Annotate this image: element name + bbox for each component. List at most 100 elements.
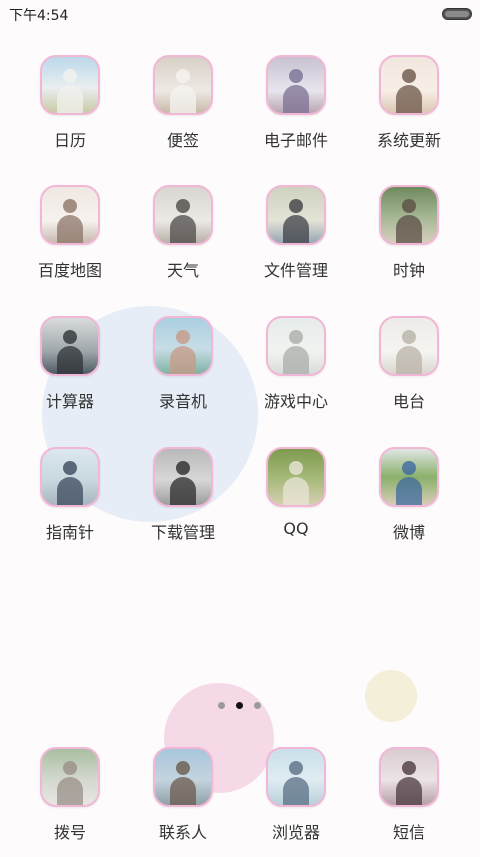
app-phone[interactable]: 拨号 [20,747,120,857]
page-indicator[interactable] [218,702,266,712]
app-calculator[interactable]: 计算器 [20,316,120,426]
compass-app-icon[interactable] [40,447,100,507]
browser-app-icon[interactable] [266,747,326,807]
baidu-map-app-icon[interactable] [40,185,100,245]
icon-figure-body [396,215,422,243]
app-label: 联系人 [158,823,207,842]
calculator-app-icon[interactable] [40,316,100,376]
icon-figure-head [402,69,416,83]
icon-figure-head [176,69,190,83]
clock-app-icon[interactable] [379,185,439,245]
icon-figure-body [57,215,83,243]
app-label: 游戏中心 [263,392,328,411]
icon-figure-head [289,69,303,83]
icon-figure-body [170,477,196,505]
phone-app-icon[interactable] [40,747,100,807]
app-label: 微博 [392,523,425,542]
icon-figure-head [402,199,416,213]
icon-figure-body [170,777,196,805]
app-baidu-map[interactable]: 百度地图 [20,185,120,295]
contacts-app-icon[interactable] [153,747,213,807]
page-dot[interactable] [218,702,225,709]
weather-app-icon[interactable] [153,185,213,245]
app-label: 浏览器 [271,823,320,842]
app-label: 日历 [53,131,86,150]
icon-figure-head [63,330,77,344]
icon-figure-head [63,69,77,83]
recorder-app-icon[interactable] [153,316,213,376]
icon-figure-head [402,461,416,475]
notes-app-icon[interactable] [153,55,213,115]
app-download-manager[interactable]: 下载管理 [133,447,233,557]
app-label: 电台 [392,392,425,411]
app-weather[interactable]: 天气 [133,185,233,295]
system-update-app-icon[interactable] [379,55,439,115]
app-recorder[interactable]: 录音机 [133,316,233,426]
icon-figure-body [170,85,196,113]
app-system-update[interactable]: 系统更新 [359,55,459,165]
app-notes[interactable]: 便签 [133,55,233,165]
icon-figure-head [176,761,190,775]
messages-app-icon[interactable] [379,747,439,807]
icon-figure-body [283,85,309,113]
app-label: 录音机 [158,392,207,411]
app-calendar[interactable]: 日历 [20,55,120,165]
app-label: 拨号 [53,823,86,842]
app-messages[interactable]: 短信 [359,747,459,857]
icon-figure-head [402,761,416,775]
page-dot[interactable] [254,702,261,709]
page-dot-active[interactable] [236,702,243,709]
icon-figure-body [396,477,422,505]
app-label: 百度地图 [37,261,102,280]
icon-figure-body [57,346,83,374]
file-manager-app-icon[interactable] [266,185,326,245]
icon-figure-body [283,477,309,505]
status-time: 下午4:54 [9,8,69,24]
icon-figure-body [57,777,83,805]
icon-figure-head [289,461,303,475]
icon-figure-head [289,199,303,213]
app-label: QQ [283,519,309,538]
email-app-icon[interactable] [266,55,326,115]
battery-icon [442,8,472,20]
icon-figure-head [63,761,77,775]
status-bar: 下午4:54 [0,0,480,26]
app-compass[interactable]: 指南针 [20,447,120,557]
game-center-app-icon[interactable] [266,316,326,376]
app-label: 短信 [392,823,425,842]
app-browser[interactable]: 浏览器 [246,747,346,857]
icon-figure-head [289,761,303,775]
app-file-manager[interactable]: 文件管理 [246,185,346,295]
icon-figure-body [283,346,309,374]
icon-figure-head [63,461,77,475]
app-label: 指南针 [45,523,94,542]
app-label: 电子邮件 [263,131,328,150]
icon-figure-head [176,330,190,344]
app-email[interactable]: 电子邮件 [246,55,346,165]
app-qq[interactable]: QQ [246,447,346,557]
app-game-center[interactable]: 游戏中心 [246,316,346,426]
app-weibo[interactable]: 微博 [359,447,459,557]
qq-app-icon[interactable] [266,447,326,507]
icon-figure-body [57,477,83,505]
app-label: 时钟 [392,261,425,280]
calendar-app-icon[interactable] [40,55,100,115]
wallpaper-circle-cream [365,670,417,722]
icon-figure-head [63,199,77,213]
icon-figure-head [402,330,416,344]
radio-app-icon[interactable] [379,316,439,376]
icon-figure-head [289,330,303,344]
app-contacts[interactable]: 联系人 [133,747,233,857]
icon-figure-head [176,199,190,213]
app-label: 计算器 [45,392,94,411]
app-clock[interactable]: 时钟 [359,185,459,295]
app-label: 系统更新 [376,131,441,150]
download-manager-app-icon[interactable] [153,447,213,507]
icon-figure-body [396,85,422,113]
icon-figure-head [176,461,190,475]
app-label: 天气 [166,261,199,280]
icon-figure-body [170,215,196,243]
weibo-app-icon[interactable] [379,447,439,507]
app-radio[interactable]: 电台 [359,316,459,426]
app-label: 下载管理 [150,523,215,542]
